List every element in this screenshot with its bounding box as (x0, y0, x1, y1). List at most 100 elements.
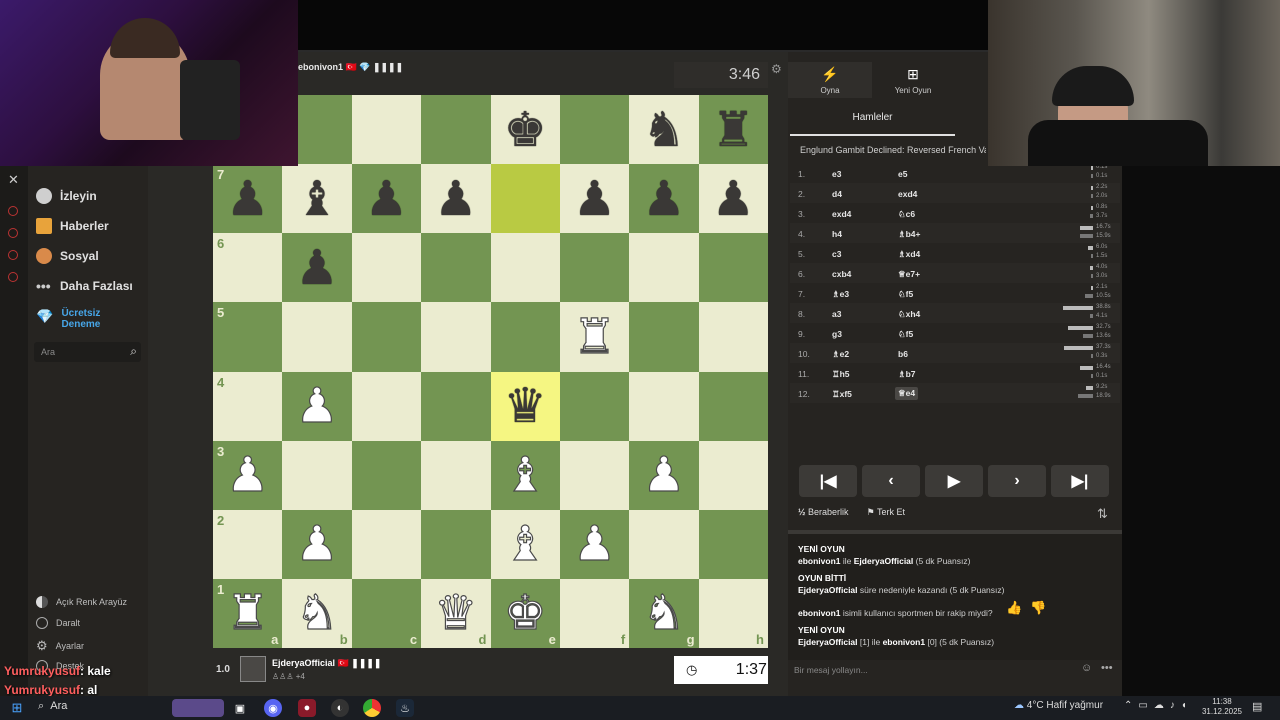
square-a1[interactable]: 1 a ♜ (213, 578, 283, 648)
square-g1[interactable]: g ♞ (629, 578, 699, 648)
sidebar-item-settings[interactable]: ⚙ Ayarlar (36, 638, 84, 654)
square-d3[interactable] (421, 440, 491, 510)
white-pawn-piece[interactable]: ♟ (295, 381, 339, 430)
bottom-player-avatar[interactable] (240, 656, 266, 682)
white-bishop-piece[interactable]: ♝ (503, 520, 547, 569)
windows-start-icon[interactable]: ⊞ (8, 699, 26, 717)
black-pawn-piece[interactable]: ♟ (365, 175, 408, 223)
square-c4[interactable] (351, 371, 422, 441)
first-move-button[interactable]: |◀ (799, 465, 857, 497)
white-move[interactable]: ♗e3 (832, 289, 849, 300)
square-f3[interactable] (559, 440, 630, 510)
black-move[interactable]: ♘xh4 (898, 309, 920, 320)
square-f5[interactable]: ♜ (559, 302, 630, 372)
black-pawn-piece[interactable]: ♟ (573, 175, 616, 223)
black-move[interactable]: exd4 (898, 189, 917, 199)
white-rook-piece[interactable]: ♜ (572, 312, 616, 361)
square-f2[interactable]: ♟ (559, 509, 630, 579)
square-a2[interactable]: 2 (213, 509, 283, 579)
chat-options-icon[interactable]: ••• (1101, 662, 1113, 674)
square-d5[interactable] (421, 302, 491, 372)
notification-icon[interactable]: ▤ (1252, 700, 1262, 713)
task-view-icon[interactable]: ▣ (231, 699, 249, 717)
square-b6[interactable]: ♟ (282, 233, 352, 303)
square-e5[interactable] (490, 302, 560, 372)
chrome-icon[interactable] (363, 699, 381, 717)
square-d4[interactable] (421, 371, 491, 441)
black-queen-piece[interactable]: ♛ (504, 382, 547, 430)
square-c3[interactable] (351, 440, 422, 510)
thumbs-up-icon[interactable]: 👍 (1006, 600, 1024, 618)
system-tray-icons[interactable]: ⌃▭☁♪◖ (1124, 700, 1193, 711)
black-move[interactable]: ♗b4+ (898, 229, 921, 240)
square-a7[interactable]: 7 ♟ (213, 164, 283, 234)
white-move[interactable]: c3 (832, 249, 841, 259)
white-move[interactable]: h4 (832, 229, 842, 239)
black-move[interactable]: ♘f5 (898, 289, 913, 300)
black-move[interactable]: ♕e7+ (898, 269, 920, 280)
square-b4[interactable]: ♟ (282, 371, 352, 441)
sidebar-item-free-trial[interactable]: 💎 Ücretsiz Deneme (36, 308, 121, 330)
draw-button[interactable]: ½ Beraberlik (798, 507, 849, 518)
square-a5[interactable]: 5 (213, 302, 283, 372)
square-f8[interactable] (559, 95, 630, 165)
sidebar-item-news[interactable]: Haberler (36, 218, 109, 234)
white-move[interactable]: a3 (832, 309, 841, 319)
black-move[interactable]: ♕e4 (895, 387, 919, 400)
square-h6[interactable] (698, 233, 768, 303)
white-bishop-piece[interactable]: ♝ (503, 451, 547, 500)
square-e7[interactable] (490, 164, 560, 234)
square-b7[interactable]: ♝ (282, 164, 352, 234)
sidebar-item-watch[interactable]: İzleyin (36, 188, 97, 204)
sidebar-item-social[interactable]: Sosyal (36, 248, 99, 264)
resign-button[interactable]: ⚑ Terk Et (867, 507, 905, 518)
white-queen-piece[interactable]: ♛ (434, 589, 478, 638)
square-e6[interactable] (490, 233, 560, 303)
white-move[interactable]: cxb4 (832, 269, 851, 279)
previous-move-button[interactable]: ‹ (862, 465, 920, 497)
white-knight-piece[interactable]: ♞ (295, 589, 339, 638)
black-move[interactable]: ♗xd4 (898, 249, 920, 260)
chess-board[interactable]: 8♚♞♜7♟♝♟♟♟♟♟6♟5♜4♟♛3♟♝♟2♟♝♟1a♜b♞cd♛e♚fg♞… (213, 95, 768, 648)
black-pawn-piece[interactable]: ♟ (434, 175, 477, 223)
square-g7[interactable]: ♟ (629, 164, 699, 234)
square-e2[interactable]: ♝ (490, 509, 560, 579)
square-c1[interactable]: c (351, 578, 422, 648)
square-b1[interactable]: b ♞ (282, 578, 352, 648)
square-b2[interactable]: ♟ (282, 509, 352, 579)
square-e1[interactable]: e ♚ (490, 578, 560, 648)
square-c5[interactable] (351, 302, 422, 372)
app-icon[interactable]: ● (298, 699, 316, 717)
white-move[interactable]: ♖h5 (832, 369, 850, 380)
bottom-player-name[interactable]: EjderyaOfficial (272, 658, 335, 668)
white-knight-piece[interactable]: ♞ (642, 589, 686, 638)
thumbs-down-icon[interactable]: 👎 (1030, 600, 1048, 618)
tab-moves[interactable]: Hamleler (790, 108, 955, 136)
white-rook-piece[interactable]: ♜ (226, 589, 270, 638)
taskbar-widget-icon[interactable] (172, 699, 224, 717)
black-pawn-piece[interactable]: ♟ (226, 175, 269, 223)
black-bishop-piece[interactable]: ♝ (296, 175, 339, 223)
square-g4[interactable] (629, 371, 699, 441)
square-e8[interactable]: ♚ (490, 95, 560, 165)
close-x-icon[interactable]: ✕ (8, 172, 19, 188)
sidebar-item-collapse[interactable]: Daralt (36, 617, 80, 629)
square-f4[interactable] (559, 371, 630, 441)
square-c6[interactable] (351, 233, 422, 303)
last-move-button[interactable]: ▶| (1051, 465, 1109, 497)
next-move-button[interactable]: › (988, 465, 1046, 497)
square-f7[interactable]: ♟ (559, 164, 630, 234)
square-h5[interactable] (698, 302, 768, 372)
black-pawn-piece[interactable]: ♟ (642, 175, 685, 223)
sidebar-item-light-theme[interactable]: Açık Renk Arayüz (36, 596, 127, 608)
emoji-icon[interactable]: ☺ (1081, 662, 1092, 674)
white-king-piece[interactable]: ♚ (503, 589, 547, 638)
white-pawn-piece[interactable]: ♟ (295, 520, 339, 569)
chat-input[interactable]: Bir mesaj yollayın... (788, 660, 1122, 680)
play-moves-button[interactable]: ▶ (925, 465, 983, 497)
white-move[interactable]: ♖xf5 (832, 389, 852, 400)
square-d7[interactable]: ♟ (421, 164, 491, 234)
white-pawn-piece[interactable]: ♟ (572, 520, 616, 569)
steam-icon[interactable]: ♨ (396, 699, 414, 717)
square-g2[interactable] (629, 509, 699, 579)
